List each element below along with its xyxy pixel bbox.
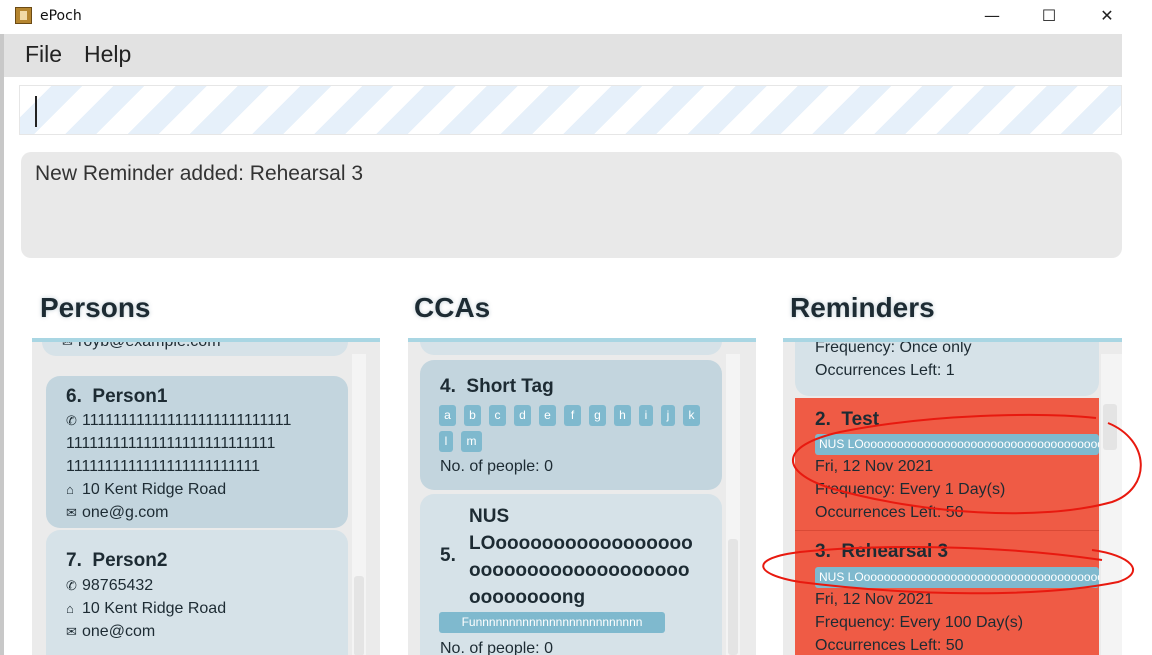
person-phone-cont: 1111111111111111111111111 (66, 458, 260, 475)
email-icon: ✉ (62, 342, 78, 350)
person-card[interactable]: 6. Person1 ✆ 111111111111111111111111111 … (46, 376, 348, 528)
reminder-occurrences: Occurrences Left: 50 (815, 637, 964, 654)
cca-card-partial[interactable] (420, 342, 722, 355)
command-input[interactable] (19, 85, 1122, 135)
reminder-card[interactable]: 2. Test NUS LOoooooooooooooooooooooooooo… (795, 398, 1099, 530)
cca-tag: a (439, 405, 456, 426)
title-bar: ePoch — ☐ ✕ (0, 0, 1152, 34)
cca-title: NUS LOooooooooooooooooo oooooooooooooooo… (469, 506, 693, 608)
reminders-scrollbar[interactable] (1101, 354, 1122, 655)
cca-tag: i (639, 405, 653, 426)
cca-tag: e (539, 405, 556, 426)
menu-help[interactable]: Help (84, 41, 131, 68)
reminder-title: 2. Test (815, 409, 880, 430)
person-phone-cont: 111111111111111111111111111 (66, 435, 276, 452)
person-title: 6. Person1 (66, 386, 168, 407)
cca-people-count: No. of people: 0 (440, 458, 553, 475)
menu-file[interactable]: File (25, 41, 62, 68)
persons-panel-title: Persons (40, 292, 151, 323)
cca-tag: k (683, 405, 700, 426)
home-icon: ⌂ (66, 601, 74, 616)
reminder-frequency: Frequency: Every 1 Day(s) (815, 481, 1006, 498)
cca-people-count: No. of people: 0 (440, 640, 553, 655)
reminder-card-partial[interactable]: Frequency: Once only Occurrences Left: 1 (795, 342, 1099, 396)
cca-card[interactable]: 4. Short Tag a b c d e f g h i j k l m N… (420, 360, 722, 490)
ccas-scrollbar-thumb[interactable] (728, 539, 738, 655)
reminder-card[interactable]: 3. Rehearsal 3 NUS LOooooooooooooooooooo… (795, 530, 1099, 655)
minimize-icon[interactable]: — (963, 0, 1021, 32)
ccas-panel-title: CCAs (414, 292, 491, 323)
person-address: ⌂ 10 Kent Ridge Road (66, 481, 227, 498)
cca-tag: j (661, 405, 675, 426)
person-phone: ✆ 98765432 (66, 577, 154, 594)
home-icon: ⌂ (66, 482, 74, 497)
person-address: ⌂ 10 Kent Ridge Road (66, 600, 227, 617)
cca-tag: c (489, 405, 506, 426)
cca-tag: b (464, 405, 481, 426)
reminder-occurrences: Occurrences Left: 1 (815, 362, 955, 379)
cca-index: 5. (440, 545, 456, 566)
ccas-list[interactable]: 4. Short Tag a b c d e f g h i j k l m N… (408, 342, 756, 655)
cca-tag: f (564, 405, 581, 426)
person-card[interactable]: 7. Person2 ✆ 98765432 ⌂ 10 Kent Ridge Road… (46, 530, 348, 655)
cca-tag: g (589, 405, 606, 426)
close-icon[interactable]: ✕ (1078, 0, 1136, 32)
person-email: ✉ one@g.com (66, 504, 169, 521)
person-email: ✉royb@example.com (62, 342, 221, 351)
reminder-date: Fri, 12 Nov 2021 (815, 591, 934, 608)
persons-list[interactable]: ✉royb@example.com 6. Person1 ✆1111111111… (32, 342, 380, 655)
cca-tag: l (439, 431, 453, 452)
cca-card[interactable]: 5. NUS LOooooooooooooooooo ooooooooooooo… (420, 494, 722, 655)
reminder-tag: NUS LOoooooooooooooooooooooooooooooooooo… (815, 434, 1099, 455)
cca-tag: d (514, 405, 531, 426)
person-phone: ✆ 111111111111111111111111111 (66, 412, 292, 429)
reminders-list[interactable]: Frequency: Once only Occurrences Left: 1… (783, 342, 1122, 655)
cca-tag: m (461, 431, 482, 452)
reminder-title: 3. Rehearsal 3 (815, 541, 949, 562)
menu-bar: File Help (4, 34, 1122, 77)
app-icon (15, 7, 32, 24)
email-icon: ✉ (66, 505, 77, 520)
person-card-partial[interactable]: ✉royb@example.com (42, 342, 348, 356)
phone-icon: ✆ (66, 578, 77, 593)
reminders-scrollbar-thumb[interactable] (1103, 404, 1117, 450)
cca-tag: Funnnnnnnnnnnnnnnnnnnnnnnnn (439, 612, 665, 633)
result-display: New Reminder added: Rehearsal 3 (21, 152, 1122, 258)
app-window: File Help New Reminder added: Rehearsal … (4, 34, 1122, 655)
persons-scrollbar-thumb[interactable] (354, 576, 364, 655)
maximize-icon[interactable]: ☐ (1020, 0, 1078, 32)
text-caret (35, 96, 37, 127)
reminder-occurrences: Occurrences Left: 50 (815, 504, 964, 521)
phone-icon: ✆ (66, 413, 77, 428)
reminders-panel-title: Reminders (790, 292, 935, 323)
result-message: New Reminder added: Rehearsal 3 (35, 162, 364, 185)
reminder-date: Fri, 12 Nov 2021 (815, 458, 934, 475)
ccas-scrollbar[interactable] (726, 354, 740, 655)
email-icon: ✉ (66, 624, 77, 639)
cca-title: 4. Short Tag (440, 376, 554, 397)
window-title: ePoch (40, 8, 82, 24)
reminder-tag: NUS LOoooooooooooooooooooooooooooooooooo… (815, 567, 1099, 588)
person-email: ✉ one@com (66, 623, 156, 640)
person-title: 7. Person2 (66, 550, 168, 571)
reminder-frequency: Frequency: Every 100 Day(s) (815, 614, 1024, 631)
cca-tag: h (614, 405, 631, 426)
reminder-frequency: Frequency: Once only (815, 342, 972, 356)
persons-scrollbar[interactable] (352, 354, 366, 655)
